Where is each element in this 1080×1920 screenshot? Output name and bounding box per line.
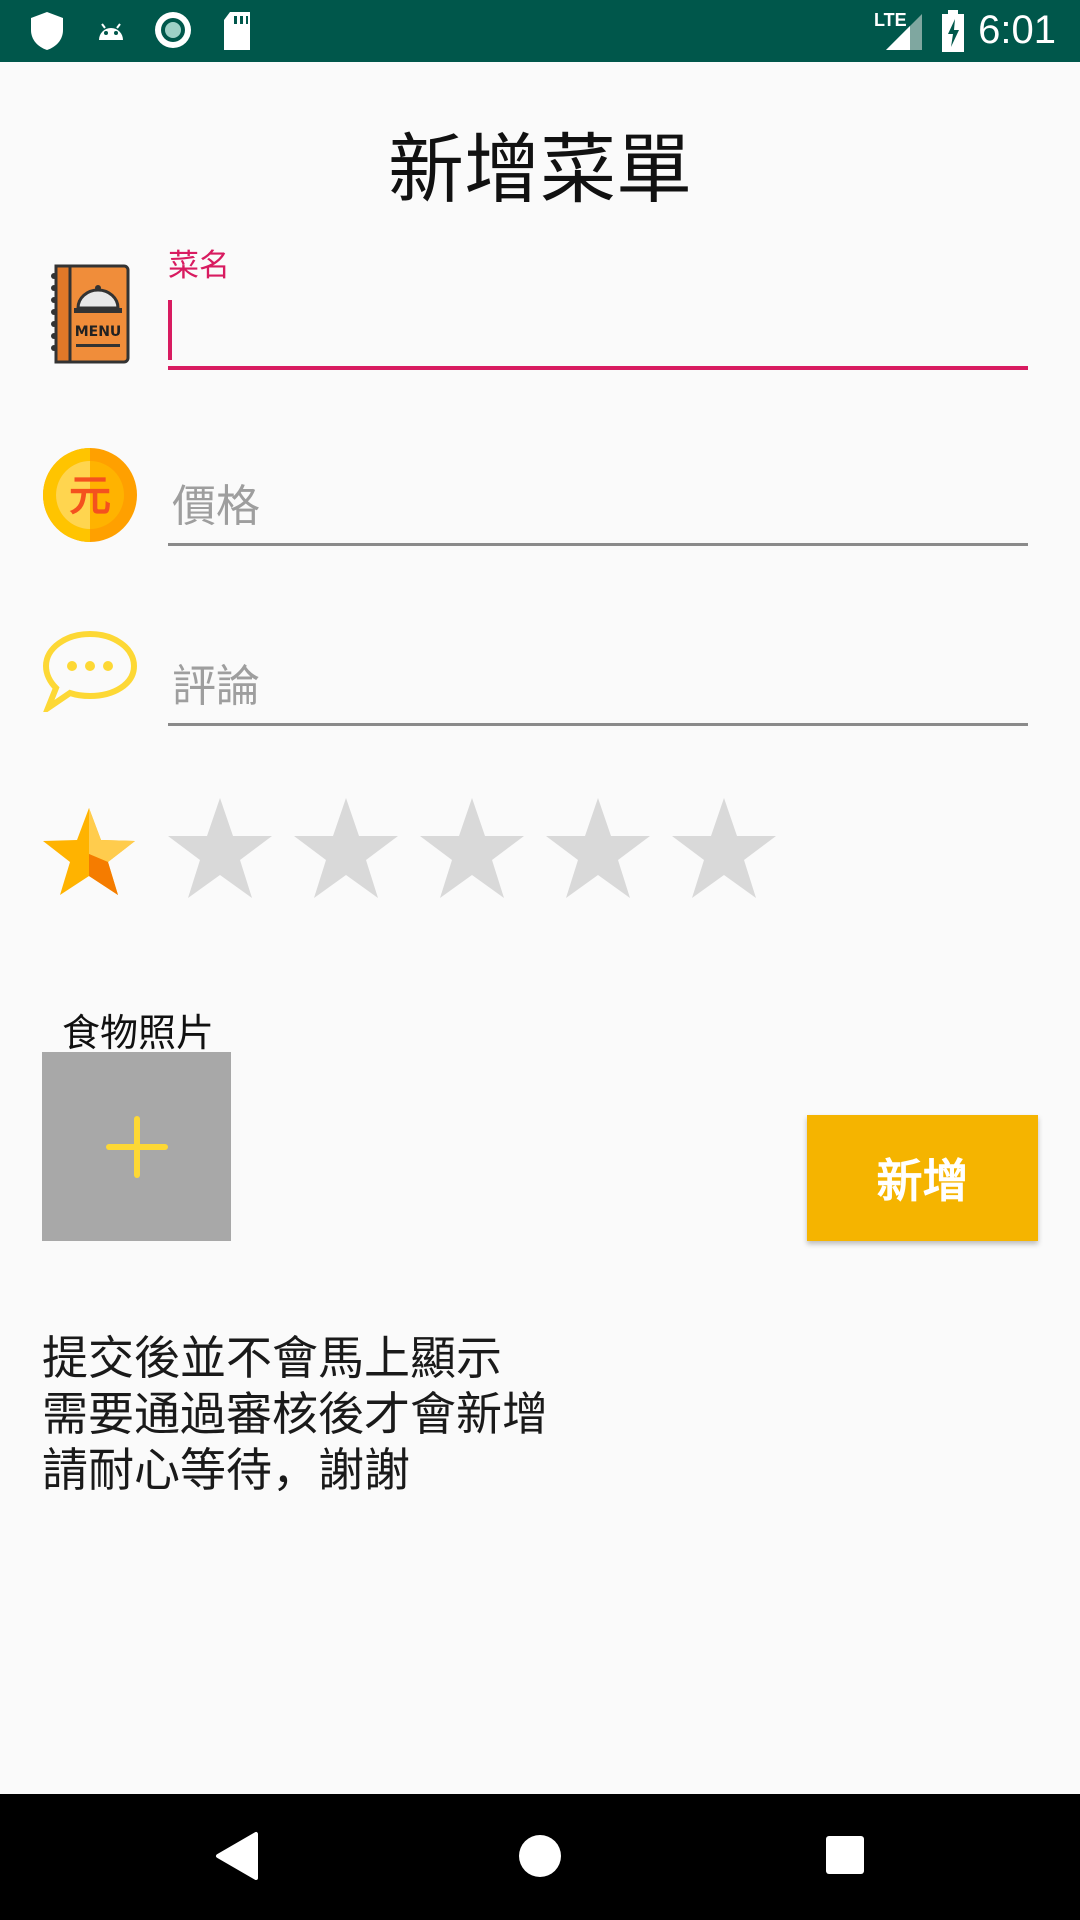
rating-star-4[interactable] xyxy=(544,796,652,900)
status-time: 6:01 xyxy=(978,8,1056,52)
recents-icon[interactable] xyxy=(824,1830,866,1882)
home-icon[interactable] xyxy=(518,1830,562,1882)
battery-charging-icon xyxy=(942,10,964,52)
menu-book-icon: MENU xyxy=(51,264,130,364)
dish-name-field[interactable] xyxy=(168,294,1028,370)
notice-text: 提交後並不會馬上顯示 需要通過審核後才會新增 請耐心等待，謝謝 xyxy=(42,1330,548,1498)
navigation-bar xyxy=(0,1794,1080,1920)
android-icon xyxy=(99,23,123,40)
comment-input[interactable] xyxy=(168,650,1028,723)
comment-field[interactable] xyxy=(168,650,1028,726)
price-field[interactable] xyxy=(168,470,1028,546)
rating-star-2[interactable] xyxy=(292,796,400,900)
text-cursor xyxy=(168,300,172,360)
back-icon[interactable] xyxy=(212,1830,260,1882)
plus-icon xyxy=(105,1115,168,1178)
yuan-coin-icon: 元 xyxy=(43,448,137,542)
rating-star-3[interactable] xyxy=(418,796,526,900)
dish-name-label: 菜名 xyxy=(168,248,230,284)
photo-label: 食物照片 xyxy=(62,1011,215,1055)
sd-card-icon xyxy=(224,12,250,50)
notice-line: 需要通過審核後才會新增 xyxy=(42,1387,548,1441)
star-icon xyxy=(43,808,135,895)
signal-icon xyxy=(886,14,922,50)
page-title: 新增菜單 xyxy=(388,125,692,214)
rating-star-1[interactable] xyxy=(166,796,274,900)
notice-line: 提交後並不會馬上顯示 xyxy=(42,1331,502,1385)
price-input[interactable] xyxy=(168,470,1028,543)
circle-record-icon xyxy=(155,12,191,48)
svg-text:MENU: MENU xyxy=(75,324,122,340)
status-bar: LTE 6:01 xyxy=(0,0,1080,62)
add-photo-button[interactable] xyxy=(42,1052,231,1241)
shield-icon xyxy=(31,12,63,50)
svg-text:元: 元 xyxy=(69,471,111,520)
rating-star-5[interactable] xyxy=(670,796,778,900)
speech-bubble-icon xyxy=(42,630,138,712)
dish-name-input[interactable] xyxy=(168,294,1028,366)
notice-line: 請耐心等待，謝謝 xyxy=(42,1443,410,1497)
submit-button[interactable]: 新增 xyxy=(807,1115,1038,1241)
